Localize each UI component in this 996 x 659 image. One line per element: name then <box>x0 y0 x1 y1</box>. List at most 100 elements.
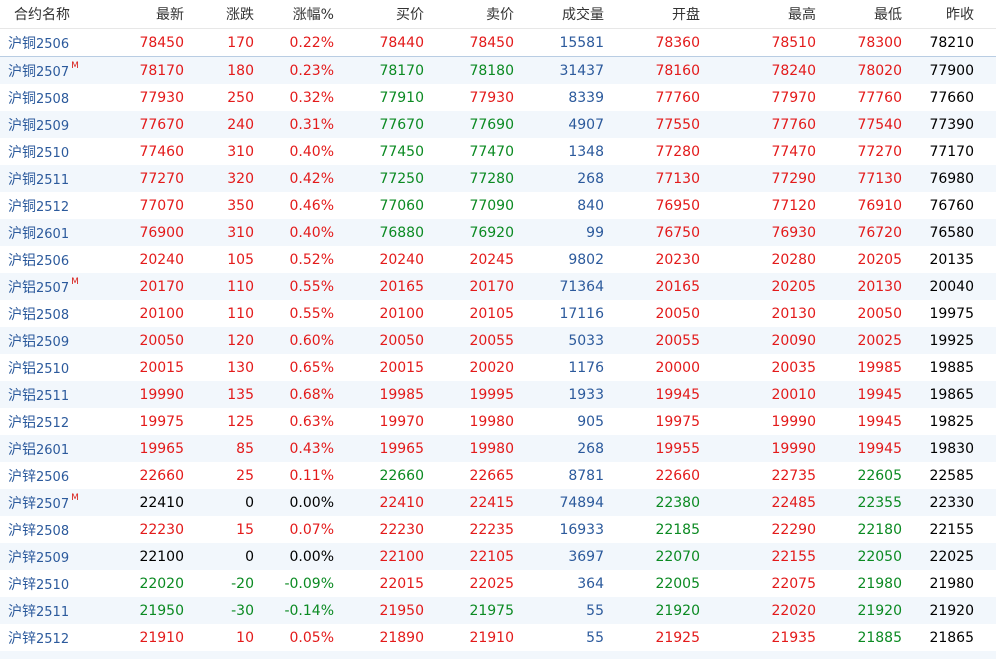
table-row[interactable]: 沪铝2510 20015 130 0.65% 20015 20020 1176 20000 20… <box>0 354 996 381</box>
table-row[interactable]: 沪铜2510 77460 310 0.40% 77450 77470 1348 77280 77… <box>0 138 996 165</box>
contract-name[interactable]: 沪铜2601 <box>0 223 100 243</box>
table-row[interactable]: 沪锌2510 22020 -20 -0.09% 22015 22025 364 22005 22… <box>0 570 996 597</box>
open-cell: 20230 <box>655 251 700 268</box>
bid-cell: 19965 <box>379 440 424 457</box>
table-row[interactable]: 沪铝2512 19975 125 0.63% 19970 19980 905 19975 199… <box>0 408 996 435</box>
table-row[interactable]: 沪锌2512 21910 10 0.05% 21890 21910 55 21925 21935… <box>0 624 996 651</box>
header-open[interactable]: 开盘 <box>612 4 708 24</box>
last-price-cell: 78450 <box>139 34 184 51</box>
ask-cell: 22665 <box>469 467 514 484</box>
contract-name[interactable]: 沪铝2509 <box>0 331 100 351</box>
contract-name[interactable]: 沪铝2507 M <box>0 277 100 297</box>
contract-name[interactable]: 沪锌2509 <box>0 547 100 567</box>
bid-cell: 78440 <box>379 34 424 51</box>
low-cell: 20050 <box>857 305 902 322</box>
contract-name[interactable]: 沪锌2512 <box>0 628 100 648</box>
table-row[interactable]: 沪铜2508 77930 250 0.32% 77910 77930 8339 77760 77… <box>0 84 996 111</box>
table-row[interactable]: 沪铝2508 20100 110 0.55% 20100 20105 17116 20050 2… <box>0 300 996 327</box>
table-row[interactable]: 沪铝2601 19965 85 0.43% 19965 19980 268 19955 1999… <box>0 435 996 462</box>
open-cell: 21920 <box>655 602 700 619</box>
open-cell: 20055 <box>655 332 700 349</box>
volume-cell: 74894 <box>559 494 604 511</box>
contract-name[interactable]: 沪铜2506 <box>0 33 100 53</box>
table-row[interactable]: 沪铜2601 76900 310 0.40% 76880 76920 99 76750 7693… <box>0 219 996 246</box>
contract-name[interactable]: 沪锌2508 <box>0 520 100 540</box>
contract-name[interactable]: 沪铝2512 <box>0 412 100 432</box>
change-pct-cell: 0.00% <box>289 548 334 565</box>
contract-name[interactable]: 沪铜2508 <box>0 88 100 108</box>
table-row[interactable]: 沪锌2507 M 22410 0 0.00% 22410 22415 74894 22380 22… <box>0 489 996 516</box>
change-pct-cell: 0.63% <box>289 413 334 430</box>
header-ask[interactable]: 卖价 <box>432 4 522 24</box>
change-cell: 180 <box>227 62 254 79</box>
open-cell: 76750 <box>655 224 700 241</box>
header-change-pct[interactable]: 涨幅% <box>262 4 342 24</box>
header-prev-close[interactable]: 昨收 <box>910 4 996 24</box>
bid-cell: 22660 <box>379 467 424 484</box>
table-row[interactable]: 沪锌2508 22230 15 0.07% 22230 22235 16933 22185 22… <box>0 516 996 543</box>
contract-name[interactable]: 沪铜2510 <box>0 142 100 162</box>
table-row[interactable]: 沪铝2511 19990 135 0.68% 19985 19995 1933 19945 20… <box>0 381 996 408</box>
open-cell: 22070 <box>655 548 700 565</box>
contract-name[interactable]: 沪铜2511 <box>0 169 100 189</box>
prev-close-cell: 22585 <box>929 467 974 484</box>
high-cell: 78240 <box>771 62 816 79</box>
bid-cell: 20015 <box>379 359 424 376</box>
contract-base: 沪铜 <box>8 144 36 161</box>
prev-close-cell: 20040 <box>929 278 974 295</box>
contract-name[interactable]: 沪锌2511 <box>0 601 100 621</box>
contract-base: 沪铝 <box>8 387 36 404</box>
table-row[interactable]: 沪铝2509 20050 120 0.60% 20050 20055 5033 20055 20… <box>0 327 996 354</box>
change-pct-cell: 0.31% <box>289 116 334 133</box>
contract-name[interactable]: 沪锌2506 <box>0 466 100 486</box>
change-pct-cell: 0.23% <box>289 62 334 79</box>
table-body: 沪铜2506 78450 170 0.22% 78440 78450 15581 78360 7… <box>0 29 996 651</box>
contract-code: 2512 <box>36 415 70 431</box>
contract-name[interactable]: 沪铜2512 <box>0 196 100 216</box>
header-volume[interactable]: 成交量 <box>522 4 612 24</box>
header-contract-name[interactable]: 合约名称 <box>0 4 100 24</box>
prev-close-cell: 77170 <box>929 143 974 160</box>
contract-name[interactable]: 沪铝2511 <box>0 385 100 405</box>
table-row[interactable]: 沪铜2507 M 78170 180 0.23% 78170 78180 31437 78160… <box>0 57 996 84</box>
contract-code: 2510 <box>36 577 70 593</box>
table-row[interactable]: 沪铜2512 77070 350 0.46% 77060 77090 840 76950 771… <box>0 192 996 219</box>
table-row[interactable]: 沪铝2506 20240 105 0.52% 20240 20245 9802 20230 20… <box>0 246 996 273</box>
table-row[interactable]: 沪锌2509 22100 0 0.00% 22100 22105 3697 22070 2215… <box>0 543 996 570</box>
contract-name[interactable]: 沪铝2506 <box>0 250 100 270</box>
contract-name[interactable]: 沪锌2507 M <box>0 493 100 513</box>
change-pct-cell: 0.55% <box>289 278 334 295</box>
contract-base: 沪锌 <box>8 468 36 485</box>
header-low[interactable]: 最低 <box>824 4 910 24</box>
contract-name[interactable]: 沪锌2510 <box>0 574 100 594</box>
prev-close-cell: 22155 <box>929 521 974 538</box>
prev-close-cell: 19885 <box>929 359 974 376</box>
change-cell: 135 <box>227 386 254 403</box>
change-cell: 15 <box>236 521 254 538</box>
contract-name[interactable]: 沪铝2508 <box>0 304 100 324</box>
table-row[interactable]: 沪铜2511 77270 320 0.42% 77250 77280 268 77130 772… <box>0 165 996 192</box>
table-row[interactable]: 沪铝2507 M 20170 110 0.55% 20165 20170 71364 20165… <box>0 273 996 300</box>
prev-close-cell: 19975 <box>929 305 974 322</box>
contract-name[interactable]: 沪铝2510 <box>0 358 100 378</box>
last-price-cell: 77670 <box>139 116 184 133</box>
header-high[interactable]: 最高 <box>708 4 824 24</box>
header-last-price[interactable]: 最新 <box>100 4 192 24</box>
high-cell: 20035 <box>771 359 816 376</box>
last-price-cell: 20240 <box>139 251 184 268</box>
last-price-cell: 77930 <box>139 89 184 106</box>
table-row[interactable]: 沪锌2511 21950 -30 -0.14% 21950 21975 55 21920 220… <box>0 597 996 624</box>
contract-name[interactable]: 沪铝2601 <box>0 439 100 459</box>
table-row[interactable]: 沪铜2509 77670 240 0.31% 77670 77690 4907 77550 77… <box>0 111 996 138</box>
header-change[interactable]: 涨跌 <box>192 4 262 24</box>
header-bid[interactable]: 买价 <box>342 4 432 24</box>
low-cell: 19945 <box>857 440 902 457</box>
table-row[interactable]: 沪铜2506 78450 170 0.22% 78440 78450 15581 78360 7… <box>0 29 996 57</box>
high-cell: 20280 <box>771 251 816 268</box>
table-row[interactable]: 沪锌2506 22660 25 0.11% 22660 22665 8781 22660 227… <box>0 462 996 489</box>
main-contract-mark: M <box>71 492 79 503</box>
contract-name[interactable]: 沪铜2507 M <box>0 61 100 81</box>
prev-close-cell: 76980 <box>929 170 974 187</box>
contract-name[interactable]: 沪铜2509 <box>0 115 100 135</box>
open-cell: 22185 <box>655 521 700 538</box>
